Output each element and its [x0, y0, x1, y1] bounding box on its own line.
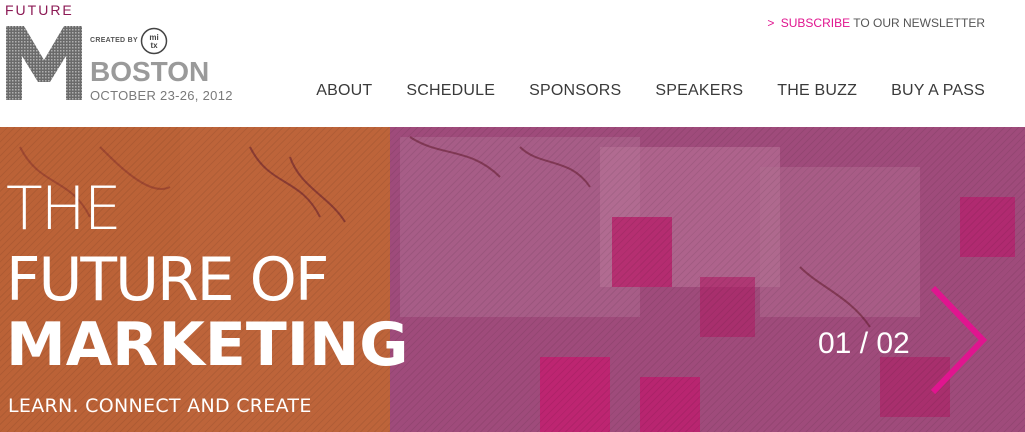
- nav-item-about[interactable]: ABOUT: [316, 82, 372, 100]
- hero-tagline: LEARN. CONNECT AND CREATE: [8, 395, 312, 417]
- logo-m-glyph: [6, 26, 82, 100]
- logo-city: BOSTON: [90, 56, 210, 87]
- newsletter-suffix: TO OUR NEWSLETTER: [853, 16, 985, 30]
- svg-text:tx: tx: [150, 41, 158, 50]
- newsletter-callout: > SUBSCRIBE TO OUR NEWSLETTER: [767, 16, 985, 30]
- future-m-boston-logo[interactable]: FUTURE CREATED BY mi tx BOSTON OCTOBER 2…: [0, 0, 240, 110]
- hero-slider: THE FUTURE OF MARKETING LEARN. CONNECT A…: [0, 127, 1025, 432]
- slide-counter: 01 / 02: [818, 327, 910, 360]
- chevron-right-icon[interactable]: [928, 285, 988, 395]
- mitx-logo-icon: mi tx: [140, 27, 168, 55]
- subscribe-link[interactable]: SUBSCRIBE: [781, 16, 850, 30]
- created-by-label: CREATED BY: [90, 37, 138, 44]
- nav-item-speakers[interactable]: SPEAKERS: [655, 82, 743, 100]
- nav-item-schedule[interactable]: SCHEDULE: [406, 82, 495, 100]
- nav-item-sponsors[interactable]: SPONSORS: [529, 82, 621, 100]
- hero-title-line-3: MARKETING: [6, 310, 409, 380]
- nav-item-buy-a-pass[interactable]: BUY A PASS: [891, 82, 985, 100]
- main-nav: ABOUT SCHEDULE SPONSORS SPEAKERS THE BUZ…: [316, 82, 985, 100]
- newsletter-arrow: >: [767, 16, 775, 30]
- hero-title-line-1: THE: [6, 174, 122, 244]
- site-header: FUTURE CREATED BY mi tx BOSTON OCTOBER 2…: [0, 0, 1025, 127]
- hero-title-line-2: FUTURE OF: [6, 245, 329, 315]
- nav-item-the-buzz[interactable]: THE BUZZ: [777, 82, 857, 100]
- event-dates: OCTOBER 23-26, 2012: [90, 88, 233, 103]
- logo-future-text: FUTURE: [5, 2, 74, 18]
